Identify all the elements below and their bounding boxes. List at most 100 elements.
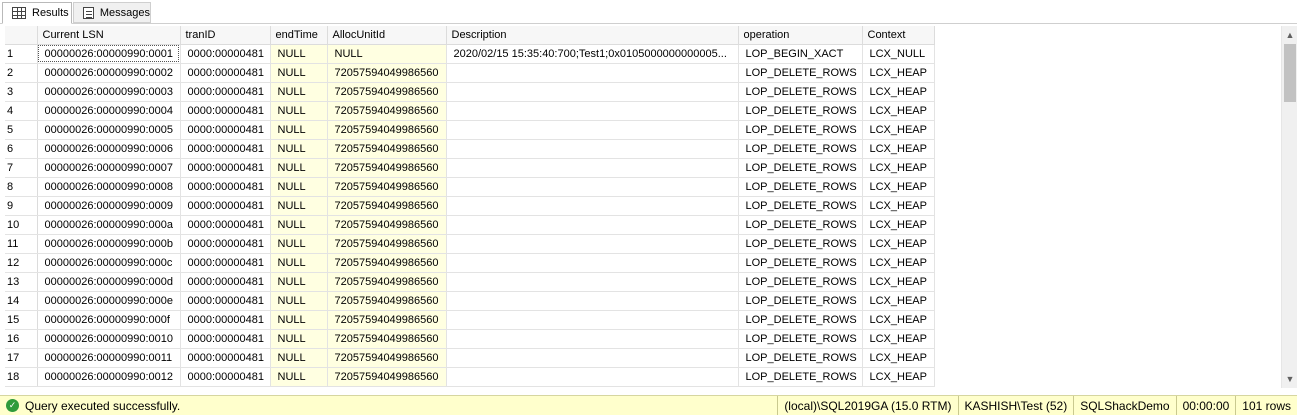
cell-allocunitid[interactable]: 72057594049986560 — [327, 120, 447, 140]
cell-allocunitid[interactable]: 72057594049986560 — [327, 82, 447, 102]
cell-current-lsn[interactable]: 00000026:00000990:0011 — [37, 348, 181, 368]
table-row[interactable]: 1 00000026:00000990:0001 0000:00000481 NULL… — [5, 44, 935, 64]
column-header-context[interactable]: Context — [862, 26, 935, 45]
cell-endtime[interactable]: NULL — [270, 63, 328, 83]
table-row[interactable]: 13 00000026:00000990:000d 0000:00000481 NUL… — [5, 272, 935, 292]
cell-allocunitid[interactable]: 72057594049986560 — [327, 215, 447, 235]
row-number[interactable]: 5 — [5, 120, 38, 140]
table-row[interactable]: 17 00000026:00000990:0011 0000:00000481 NUL… — [5, 348, 935, 368]
table-row[interactable]: 9 00000026:00000990:0009 0000:00000481 NULL… — [5, 196, 935, 216]
cell-description[interactable] — [446, 177, 739, 197]
cell-current-lsn[interactable]: 00000026:00000990:0001 — [37, 44, 181, 64]
cell-description[interactable] — [446, 367, 739, 387]
cell-tranid[interactable]: 0000:00000481 — [180, 234, 271, 254]
cell-context[interactable]: LCX_HEAP — [862, 310, 935, 330]
cell-current-lsn[interactable]: 00000026:00000990:000d — [37, 272, 181, 292]
table-row[interactable]: 2 00000026:00000990:0002 0000:00000481 NULL… — [5, 63, 935, 83]
cell-context[interactable]: LCX_HEAP — [862, 158, 935, 178]
cell-current-lsn[interactable]: 00000026:00000990:0005 — [37, 120, 181, 140]
cell-context[interactable]: LCX_HEAP — [862, 329, 935, 349]
cell-context[interactable]: LCX_HEAP — [862, 253, 935, 273]
table-row[interactable]: 8 00000026:00000990:0008 0000:00000481 NULL… — [5, 177, 935, 197]
cell-tranid[interactable]: 0000:00000481 — [180, 120, 271, 140]
cell-tranid[interactable]: 0000:00000481 — [180, 196, 271, 216]
cell-operation[interactable]: LOP_DELETE_ROWS — [738, 63, 863, 83]
cell-allocunitid[interactable]: NULL — [327, 44, 447, 64]
cell-allocunitid[interactable]: 72057594049986560 — [327, 291, 447, 311]
row-number-header[interactable] — [5, 26, 38, 45]
column-header-description[interactable]: Description — [446, 26, 739, 45]
cell-context[interactable]: LCX_HEAP — [862, 139, 935, 159]
cell-description[interactable] — [446, 82, 739, 102]
cell-allocunitid[interactable]: 72057594049986560 — [327, 234, 447, 254]
cell-description[interactable] — [446, 310, 739, 330]
row-number[interactable]: 17 — [5, 348, 38, 368]
row-number[interactable]: 12 — [5, 253, 38, 273]
cell-context[interactable]: LCX_HEAP — [862, 234, 935, 254]
row-number[interactable]: 18 — [5, 367, 38, 387]
cell-current-lsn[interactable]: 00000026:00000990:0012 — [37, 367, 181, 387]
cell-description[interactable] — [446, 158, 739, 178]
cell-endtime[interactable]: NULL — [270, 158, 328, 178]
cell-tranid[interactable]: 0000:00000481 — [180, 158, 271, 178]
column-header-operation[interactable]: operation — [738, 26, 863, 45]
cell-allocunitid[interactable]: 72057594049986560 — [327, 310, 447, 330]
cell-description[interactable] — [446, 329, 739, 349]
row-number[interactable]: 14 — [5, 291, 38, 311]
cell-endtime[interactable]: NULL — [270, 177, 328, 197]
cell-context[interactable]: LCX_HEAP — [862, 120, 935, 140]
cell-description[interactable] — [446, 291, 739, 311]
scroll-down-icon[interactable]: ▼ — [1282, 371, 1297, 387]
column-header-tranid[interactable]: tranID — [180, 26, 271, 45]
cell-tranid[interactable]: 0000:00000481 — [180, 367, 271, 387]
column-header-allocunitid[interactable]: AllocUnitId — [327, 26, 447, 45]
cell-context[interactable]: LCX_HEAP — [862, 82, 935, 102]
cell-context[interactable]: LCX_HEAP — [862, 177, 935, 197]
cell-tranid[interactable]: 0000:00000481 — [180, 177, 271, 197]
cell-description[interactable] — [446, 120, 739, 140]
row-number[interactable]: 13 — [5, 272, 38, 292]
row-number[interactable]: 10 — [5, 215, 38, 235]
cell-endtime[interactable]: NULL — [270, 367, 328, 387]
cell-allocunitid[interactable]: 72057594049986560 — [327, 196, 447, 216]
cell-operation[interactable]: LOP_DELETE_ROWS — [738, 291, 863, 311]
cell-allocunitid[interactable]: 72057594049986560 — [327, 139, 447, 159]
cell-operation[interactable]: LOP_DELETE_ROWS — [738, 215, 863, 235]
cell-current-lsn[interactable]: 00000026:00000990:0003 — [37, 82, 181, 102]
cell-allocunitid[interactable]: 72057594049986560 — [327, 101, 447, 121]
cell-operation[interactable]: LOP_DELETE_ROWS — [738, 196, 863, 216]
cell-context[interactable]: LCX_HEAP — [862, 367, 935, 387]
cell-description[interactable] — [446, 139, 739, 159]
cell-context[interactable]: LCX_HEAP — [862, 101, 935, 121]
cell-context[interactable]: LCX_HEAP — [862, 272, 935, 292]
cell-current-lsn[interactable]: 00000026:00000990:000f — [37, 310, 181, 330]
scroll-up-icon[interactable]: ▲ — [1282, 27, 1297, 43]
cell-endtime[interactable]: NULL — [270, 310, 328, 330]
cell-tranid[interactable]: 0000:00000481 — [180, 63, 271, 83]
row-number[interactable]: 9 — [5, 196, 38, 216]
table-row[interactable]: 16 00000026:00000990:0010 0000:00000481 NUL… — [5, 329, 935, 349]
row-number[interactable]: 4 — [5, 101, 38, 121]
cell-current-lsn[interactable]: 00000026:00000990:000a — [37, 215, 181, 235]
cell-endtime[interactable]: NULL — [270, 329, 328, 349]
table-row[interactable]: 18 00000026:00000990:0012 0000:00000481 NUL… — [5, 367, 935, 387]
cell-operation[interactable]: LOP_DELETE_ROWS — [738, 234, 863, 254]
cell-tranid[interactable]: 0000:00000481 — [180, 44, 271, 64]
table-row[interactable]: 3 00000026:00000990:0003 0000:00000481 NULL… — [5, 82, 935, 102]
cell-tranid[interactable]: 0000:00000481 — [180, 329, 271, 349]
cell-description[interactable] — [446, 272, 739, 292]
cell-endtime[interactable]: NULL — [270, 196, 328, 216]
cell-endtime[interactable]: NULL — [270, 120, 328, 140]
cell-operation[interactable]: LOP_DELETE_ROWS — [738, 139, 863, 159]
cell-endtime[interactable]: NULL — [270, 348, 328, 368]
cell-operation[interactable]: LOP_DELETE_ROWS — [738, 101, 863, 121]
cell-operation[interactable]: LOP_DELETE_ROWS — [738, 120, 863, 140]
cell-description[interactable] — [446, 234, 739, 254]
cell-current-lsn[interactable]: 00000026:00000990:000e — [37, 291, 181, 311]
row-number[interactable]: 11 — [5, 234, 38, 254]
cell-tranid[interactable]: 0000:00000481 — [180, 101, 271, 121]
cell-current-lsn[interactable]: 00000026:00000990:0007 — [37, 158, 181, 178]
row-number[interactable]: 7 — [5, 158, 38, 178]
cell-tranid[interactable]: 0000:00000481 — [180, 348, 271, 368]
row-number[interactable]: 3 — [5, 82, 38, 102]
